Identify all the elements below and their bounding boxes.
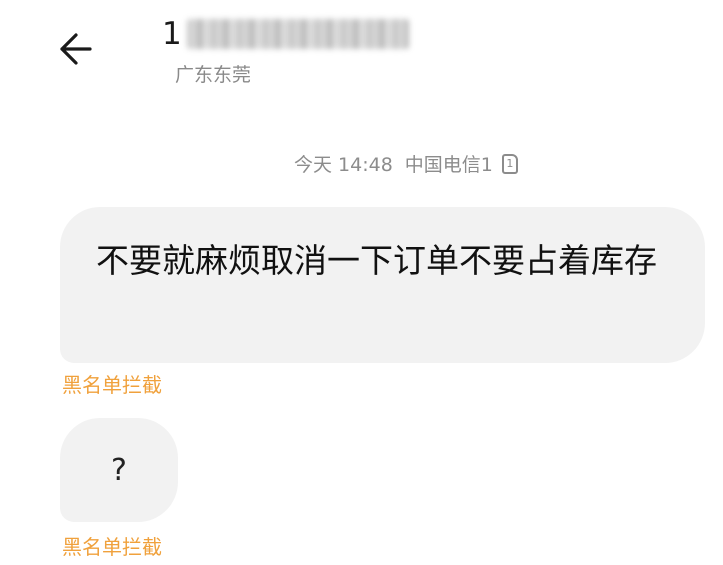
message-text: 不要就麻烦取消一下订单不要占着库存 [96,241,657,280]
back-button[interactable] [52,26,102,72]
sms-conversation-screen: { "header": { "back_icon": "arrow-left-i… [0,0,723,565]
blacklist-blocked-label: 黑名单拦截 [62,373,162,397]
message-text: ? [111,452,127,488]
message-timestamp-row: 今天 14:48 中国电信1 1 [294,150,518,177]
sim-card-label: 1 [506,157,514,170]
message-time: 今天 14:48 [294,154,393,176]
contact-number: 1 [162,14,409,54]
sim-card-icon: 1 [501,153,518,174]
carrier-name: 中国电信1 [404,154,493,176]
message-bubble[interactable]: 不要就麻烦取消一下订单不要占着库存 [60,207,705,363]
message-bubble[interactable]: ? [60,418,178,522]
contact-number-redaction [186,19,409,49]
arrow-left-icon [52,26,102,72]
contact-number-prefix: 1 [162,16,183,52]
contact-location: 广东东莞 [175,64,252,86]
blacklist-blocked-label: 黑名单拦截 [62,535,162,559]
